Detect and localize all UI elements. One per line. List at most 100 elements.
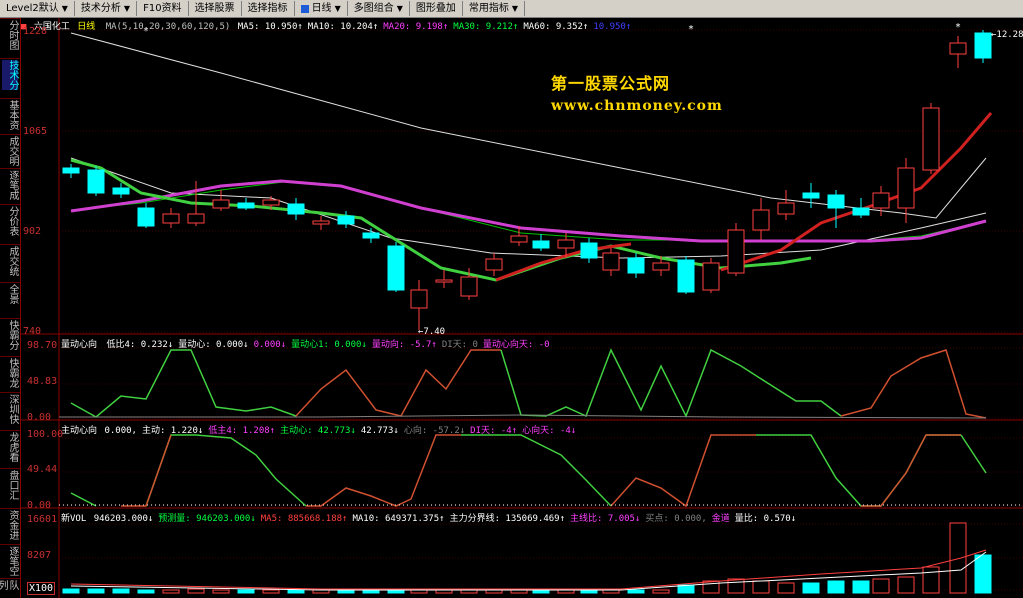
high-price-label: ←12.28 [991,30,1023,40]
toolbar-button-label: 多图组合 [353,3,394,14]
ma-value-1: MA10: 10.204↑ [307,22,379,32]
y-label-2: 1065 [23,126,48,137]
p2-baseline [59,414,987,419]
panel4-title: 新VOL [61,514,87,524]
candle-body-20 [557,239,575,249]
candle-body-27 [727,229,745,274]
sidebar-tab-10[interactable]: 深圳快 [2,394,18,424]
p2-y-top: 98.70 [27,340,58,351]
p3-line-green-d [756,434,961,507]
candle-body-9 [287,203,305,215]
sidebar-tab-2[interactable]: 基本资 [2,100,18,130]
toolbar-button-label: 技术分析 [80,3,121,14]
panel3-value-6: DI天: -4↑ [470,426,518,436]
sidebar-tab-7[interactable]: 全景 [2,284,18,304]
panel3-value-5: 心向: -57.2↓ [403,426,466,436]
candle-body-32 [852,207,870,216]
sidebar-separator [0,244,20,245]
volume-bar-1 [87,588,105,594]
p3-line-red-c [610,434,756,508]
candle-body-16 [460,276,478,297]
sidebar-tab-1[interactable]: 技术分 [2,60,18,90]
toolbar-button-1[interactable]: 技术分析 ▼ [75,1,138,16]
toolbar-button-0[interactable]: Level2默认 ▼ [0,1,75,16]
candle-body-37 [974,32,992,59]
candle-body-34 [897,167,915,209]
candle-body-4 [162,213,180,224]
sidebar-tab-0[interactable]: 分时图 [2,20,18,50]
sidebar-tab-15[interactable]: 队列 [0,580,18,598]
panel4-value-1: 预测量: 946203.000↓ [158,514,256,524]
candle-body-35 [922,107,940,171]
sidebar-tab-5[interactable]: 分价表 [2,206,18,236]
panel4-value-3: MA10: 649371.375↑ [352,514,445,524]
star-marker-1: * [689,24,694,35]
volume-bar-33 [872,578,890,594]
ma-value-5: 10.950↑ [593,22,632,32]
toolbar-button-8[interactable]: 常用指标 ▼ [463,1,526,16]
panel2-value-1: 量动心: 0.000↓ [178,340,249,350]
toolbar-button-label: 图形叠加 [415,3,456,14]
sidebar-tab-12[interactable]: 盘口汇 [2,470,18,500]
volume-bar-35 [922,566,940,594]
panel4-value-0: 946203.000↓ [93,514,154,524]
sidebar-tab-11[interactable]: 龙虎看 [2,432,18,462]
sidebar-tab-6[interactable]: 成交统 [2,246,18,276]
toolbar-button-7[interactable]: 图形叠加 [410,1,463,16]
sidebar-tab-4[interactable]: 逐笔成 [2,170,18,200]
panel3-value-1: 主动: 1.220↓ [141,426,204,436]
calendar-icon [300,4,309,13]
sidebar-separator [0,430,20,431]
panel3-value-7: 心向天: -4↓ [522,426,577,436]
toolbar-button-4[interactable]: 选择指标 [242,1,295,16]
volume-bar-31 [827,580,845,594]
sidebar-tab-8[interactable]: 快霸分 [2,320,18,350]
panel2-header: 量动心向 低比4: 0.232↓ 量动心: 0.000↓ 0.000↓ 量动心1: 0… [61,337,560,350]
sidebar-tab-3[interactable]: 成交明 [2,136,18,166]
panel4-value-6: 买点: 0.000, [645,514,707,524]
sidebar-tab-9[interactable]: 快霸龙 [2,358,18,388]
panel3-title: 主动心向 [61,426,98,436]
candle-body-25 [677,259,695,293]
period-label: 日线 [77,22,96,32]
chart-area[interactable]: * * * ■ 六国化工 日线 MA(5,10,20,30,60,120,5) MA… [21,18,1023,598]
dropdown-arrow-icon: ▼ [61,4,68,13]
volume-bar-3 [137,589,155,594]
sidebar-tab-13[interactable]: 资金进 [2,510,18,540]
sidebar-separator [0,318,20,319]
panel3-value-3: 主动心: 42.773↓ [280,426,356,436]
toolbar-button-label: 日线 [311,3,332,14]
sidebar-separator [0,18,20,19]
volume-bar-6 [212,589,230,594]
sidebar-tab-14[interactable]: 逐笔空 [2,546,18,576]
volume-bar-30 [802,582,820,594]
candle-body-26 [702,262,720,291]
ma-params: MA(5,10,20,30,60,120,5) [105,22,231,32]
ma-value-2: MA20: 9.198↑ [383,22,449,32]
dropdown-arrow-icon: ▼ [396,4,403,13]
volume-bar-28 [752,580,770,594]
panel2-value-0: 低比4: 0.232↓ [106,340,174,350]
dropdown-arrow-icon: ▼ [123,4,131,13]
p2-line-red [295,349,501,417]
p3-line-green-a [70,492,97,507]
toolbar-button-2[interactable]: F10资料 [137,1,189,16]
dropdown-arrow-icon: ▼ [334,4,341,13]
panel3-value-4: 42.773↓ [360,426,399,436]
star-marker-2: * [956,22,961,33]
p3-line-green-e [960,434,987,474]
candle-body-0 [62,167,80,174]
toolbar-button-5[interactable]: 日线 ▼ [295,1,348,16]
p3-line-red-b [306,434,461,507]
volume-bar-2 [112,588,130,594]
ma20-line [70,179,987,243]
p4-y-mid: 8207 [27,550,52,561]
candle-body-24 [652,262,670,271]
ma-value-0: MA5: 10.950↑ [237,22,303,32]
sidebar-separator [0,508,20,509]
sidebar-separator [0,134,20,135]
toolbar-button-3[interactable]: 选择股票 [189,1,242,16]
volume-bar-7 [237,589,255,594]
panel4-value-2: MA5: 885668.188↑ [260,514,348,524]
toolbar-button-6[interactable]: 多图组合 ▼ [348,1,410,16]
